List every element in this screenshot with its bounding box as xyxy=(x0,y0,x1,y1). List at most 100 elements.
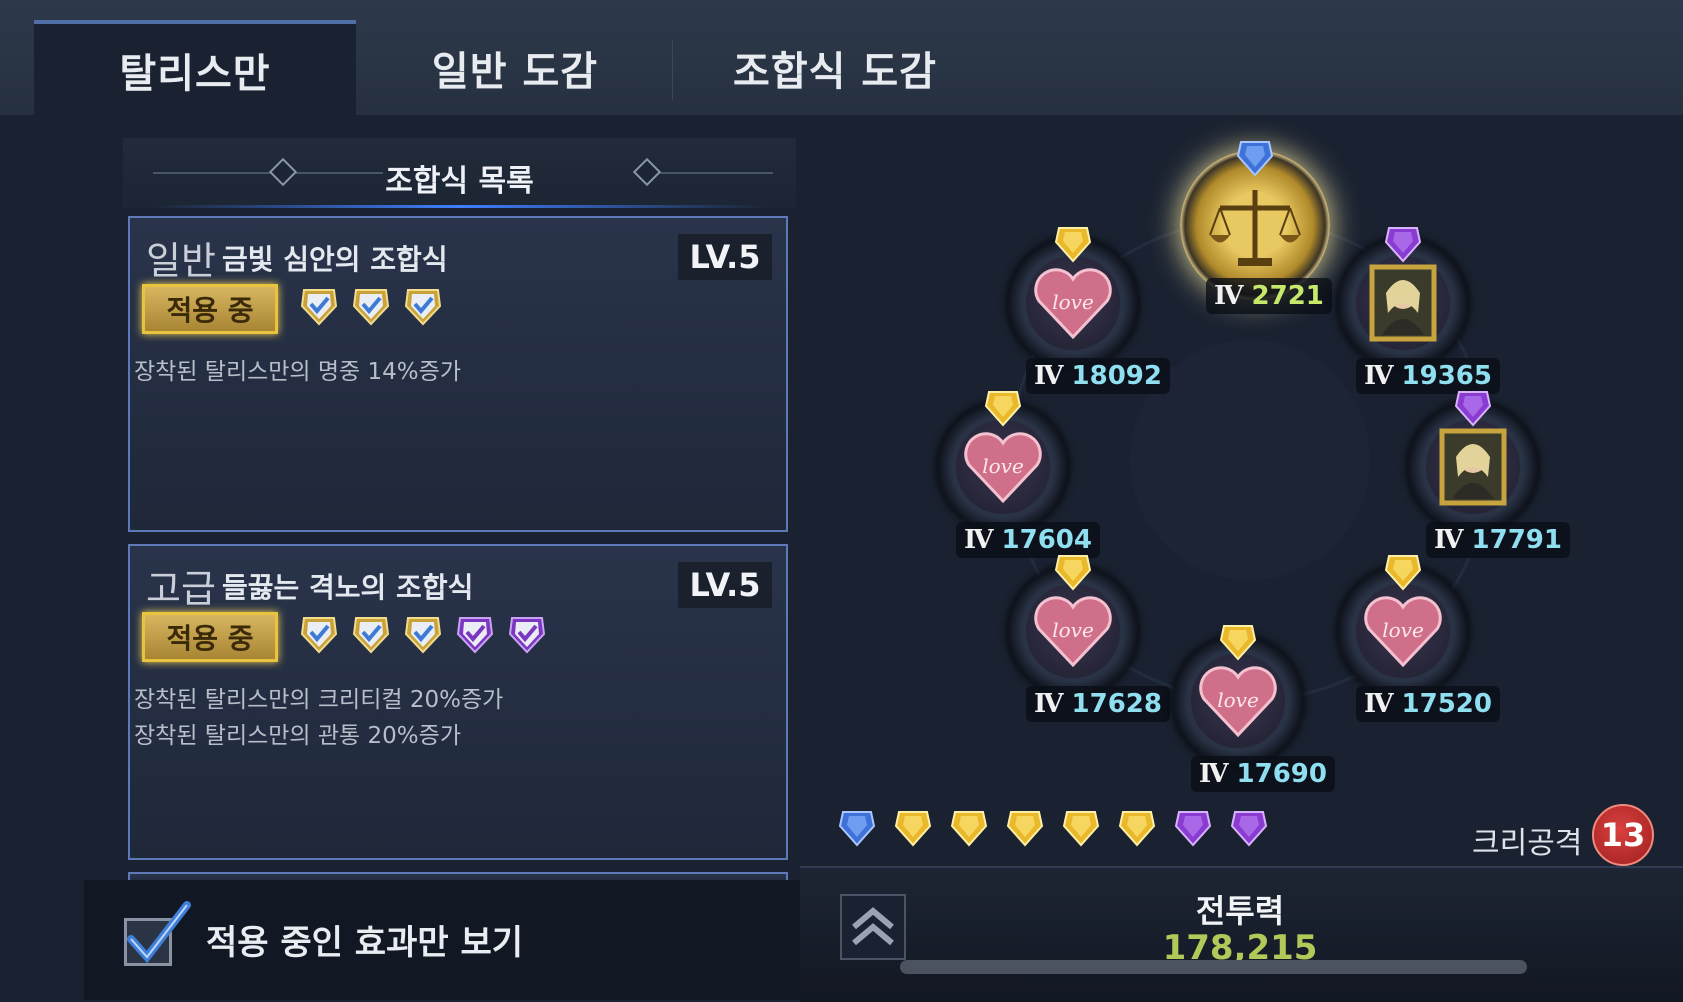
purple-gem-icon xyxy=(1384,227,1422,263)
talisman-node[interactable]: love Ⅳ 17628 xyxy=(1008,555,1170,722)
purple-gem-icon xyxy=(1174,811,1212,847)
talisman-node[interactable]: love Ⅳ 18092 xyxy=(1008,227,1170,394)
talisman-node[interactable]: love Ⅳ 17690 xyxy=(1173,625,1335,792)
node-label: Ⅳ 17690 xyxy=(1191,756,1335,792)
list-title: 조합식 목록 xyxy=(385,164,534,199)
double-chevron-up-icon xyxy=(852,907,894,946)
horizontal-scrollbar[interactable] xyxy=(900,960,1527,974)
gold-check-gem-icon xyxy=(300,289,338,326)
love-heart-icon: love xyxy=(1026,584,1120,678)
tab-divider xyxy=(672,40,673,100)
node-value: 17628 xyxy=(1071,689,1162,719)
gold-gem-icon xyxy=(1062,811,1100,847)
card-effect: 장착된 탈리스만의 관통 20%증가 xyxy=(134,723,461,749)
talisman-node[interactable]: love Ⅳ 17520 xyxy=(1338,555,1500,722)
node-label: Ⅳ 2721 xyxy=(1206,278,1332,314)
svg-text:love: love xyxy=(1052,290,1094,314)
node-tier: Ⅳ xyxy=(1434,525,1464,555)
node-tier: Ⅳ xyxy=(1034,361,1064,391)
talisman-node[interactable]: Ⅳ 17791 xyxy=(1408,391,1570,558)
svg-text:love: love xyxy=(1217,688,1259,712)
tab-talisman[interactable]: 탈리스만 xyxy=(34,20,356,115)
tab-bar: 탈리스만 일반 도감 조합식 도감 xyxy=(0,0,1683,115)
card-name: 금빛 심안의 조합식 xyxy=(222,243,448,276)
combination-card[interactable]: 일반 금빛 심안의 조합식 LV.5 적용 중 장착된 탈리스만의 명중 14%… xyxy=(128,216,788,532)
love-heart-icon: love xyxy=(1026,256,1120,350)
gold-gem-icon xyxy=(1384,555,1422,591)
checkmark-icon xyxy=(127,901,191,964)
node-value: 18092 xyxy=(1071,361,1162,391)
love-heart-icon: love xyxy=(1356,584,1450,678)
node-value: 17604 xyxy=(1001,525,1092,555)
combination-list-header: 조합식 목록 xyxy=(123,138,796,208)
gold-check-gem-icon xyxy=(404,617,442,654)
gold-check-gem-icon xyxy=(352,289,390,326)
talisman-network: Ⅳ 2721 love Ⅳ 18092 Ⅳ 19365 love Ⅳ 17604… xyxy=(830,130,1670,800)
svg-text:love: love xyxy=(1052,618,1094,642)
header-glow xyxy=(153,205,766,208)
tab-general-codex[interactable]: 일반 도감 xyxy=(360,20,670,115)
crit-attack-count-badge: 13 xyxy=(1592,804,1654,866)
node-value: 2721 xyxy=(1251,281,1324,311)
gold-gem-icon xyxy=(950,811,988,847)
gold-gem-icon xyxy=(1054,227,1092,263)
talisman-node[interactable]: Ⅳ 19365 xyxy=(1338,227,1500,394)
gold-check-gem-icon xyxy=(352,617,390,654)
gold-gem-icon xyxy=(894,811,932,847)
card-gems xyxy=(298,612,548,656)
gold-gem-icon xyxy=(1118,811,1156,847)
gold-gem-icon xyxy=(1219,625,1257,661)
purple-check-gem-icon xyxy=(508,617,546,654)
node-label: Ⅳ 18092 xyxy=(1026,358,1170,394)
node-value: 17791 xyxy=(1471,525,1562,555)
blue-gem-icon xyxy=(838,811,876,847)
blue-gem-icon xyxy=(1236,141,1274,177)
love-heart-icon: love xyxy=(1191,654,1285,748)
node-tier: Ⅳ xyxy=(1214,281,1244,311)
purple-check-gem-icon xyxy=(456,617,494,654)
header-line-right xyxy=(643,172,773,174)
center-talisman-node[interactable]: Ⅳ 2721 xyxy=(1180,141,1332,314)
expand-button[interactable] xyxy=(840,894,906,960)
node-tier: Ⅳ xyxy=(1364,689,1394,719)
applied-only-label[interactable]: 적용 중인 효과만 보기 xyxy=(206,915,523,964)
tab-combination-codex[interactable]: 조합식 도감 xyxy=(675,20,995,115)
card-gems xyxy=(298,284,444,328)
talisman-node[interactable]: love Ⅳ 17604 xyxy=(938,391,1100,558)
node-label: Ⅳ 17791 xyxy=(1426,522,1570,558)
gold-gem-icon xyxy=(984,391,1022,427)
node-label: Ⅳ 17628 xyxy=(1026,686,1170,722)
socket-gem-row xyxy=(838,808,1268,848)
svg-text:love: love xyxy=(1382,618,1424,642)
purple-gem-icon xyxy=(1454,391,1492,427)
card-effect: 장착된 탈리스만의 명중 14%증가 xyxy=(134,359,461,385)
card-grade: 일반 xyxy=(146,239,216,283)
node-tier: Ⅳ xyxy=(1364,361,1394,391)
card-level: LV.5 xyxy=(678,562,772,608)
purple-gem-icon xyxy=(1230,811,1268,847)
node-value: 17690 xyxy=(1236,759,1327,789)
node-tier: Ⅳ xyxy=(964,525,994,555)
node-tier: Ⅳ xyxy=(1199,759,1229,789)
crit-attack-label: 크리공격 xyxy=(1472,826,1583,861)
applied-badge: 적용 중 xyxy=(142,612,278,662)
combination-card[interactable]: 고급 들끓는 격노의 조합식 LV.5 적용 중 장착된 탈리스만의 크리티컬 … xyxy=(128,544,788,860)
gold-check-gem-icon xyxy=(404,289,442,326)
node-tier: Ⅳ xyxy=(1034,689,1064,719)
gold-gem-icon xyxy=(1054,555,1092,591)
gold-gem-icon xyxy=(1006,811,1044,847)
node-value: 17520 xyxy=(1401,689,1492,719)
card-name: 들끓는 격노의 조합식 xyxy=(222,571,474,604)
love-heart-icon: love xyxy=(956,420,1050,514)
applied-only-checkbox[interactable] xyxy=(124,901,191,966)
card-grade: 고급 xyxy=(146,567,216,611)
card-effect: 장착된 탈리스만의 크리티컬 20%증가 xyxy=(134,687,504,713)
combat-power-title: 전투력 xyxy=(1195,892,1285,930)
node-label: Ⅳ 17520 xyxy=(1356,686,1500,722)
portrait-frame-icon xyxy=(1356,256,1450,350)
portrait-frame-icon xyxy=(1426,420,1520,514)
card-level: LV.5 xyxy=(678,234,772,280)
node-value: 19365 xyxy=(1401,361,1492,391)
applied-badge: 적용 중 xyxy=(142,284,278,334)
gold-check-gem-icon xyxy=(300,617,338,654)
